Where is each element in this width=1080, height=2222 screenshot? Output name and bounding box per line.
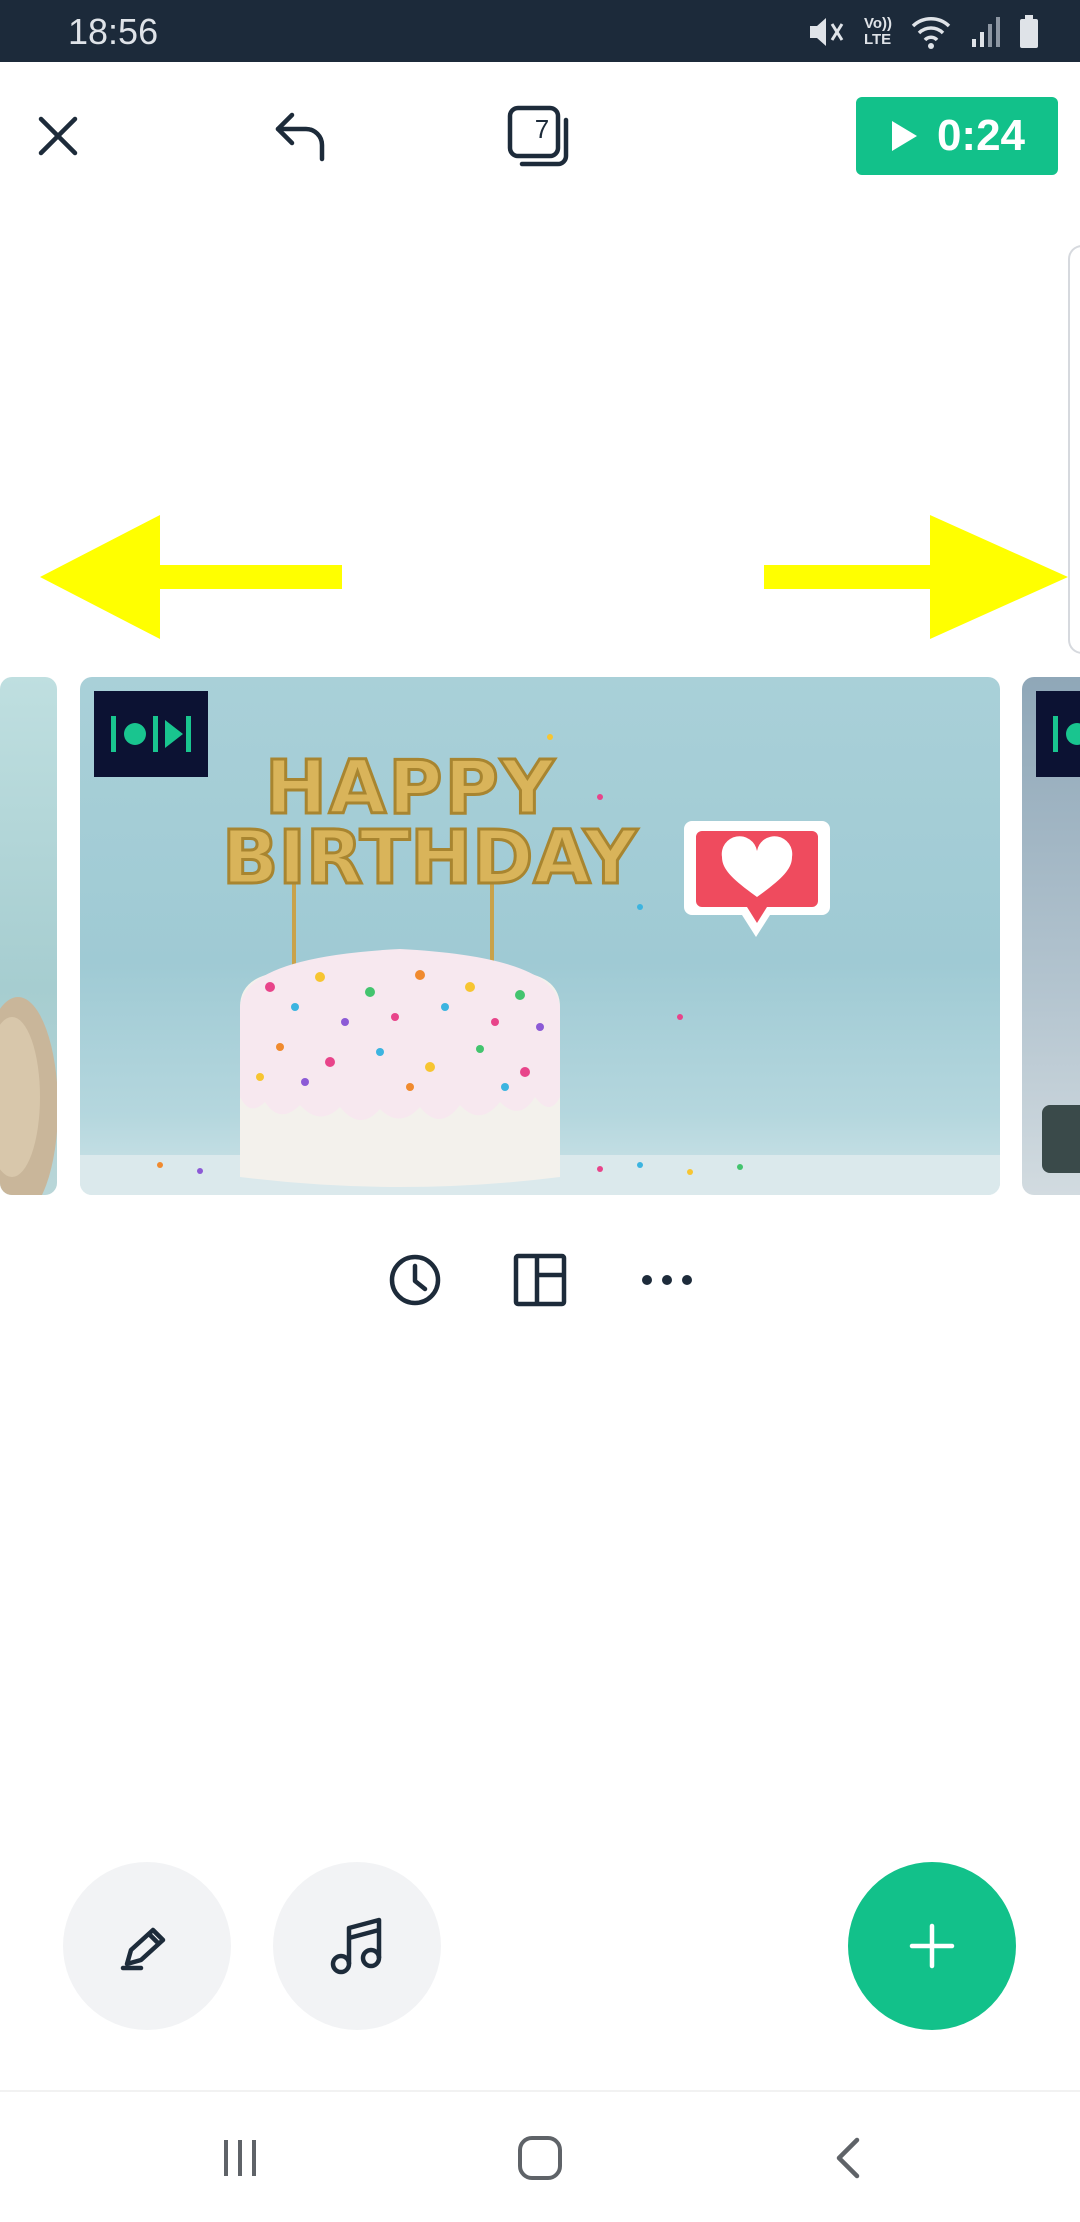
mute-icon (809, 18, 844, 46)
transition-icon (1053, 716, 1080, 752)
undo-button[interactable] (262, 100, 338, 172)
music-note-icon (330, 1917, 382, 1975)
back-icon (836, 2137, 860, 2179)
home-icon (518, 2136, 562, 2180)
style-button[interactable] (63, 1862, 231, 2030)
current-slide[interactable]: HAPPY BIRTHDAY (80, 677, 1000, 1195)
add-slide-button[interactable] (848, 1862, 1016, 2030)
status-time: 18:56 (68, 11, 159, 52)
play-duration: 0:24 (936, 111, 1026, 160)
music-button[interactable] (273, 1862, 441, 2030)
wifi-icon (911, 17, 951, 49)
previous-slide-image (0, 997, 57, 1195)
layout-button[interactable] (505, 1245, 575, 1315)
next-transition-badge[interactable] (1036, 691, 1080, 777)
pen-icon (120, 1927, 166, 1971)
slide-count: 7 (534, 114, 550, 144)
plus-icon (909, 1923, 955, 1969)
cake-topper-line2: BIRTHDAY (220, 814, 638, 903)
next-slide[interactable] (1022, 677, 1080, 1195)
battery-icon (1020, 15, 1038, 48)
more-icon (642, 1275, 692, 1285)
slides-count-button[interactable]: 7 (500, 100, 578, 174)
volte-icon: Vo)) LTE (863, 15, 892, 48)
signal-icon (972, 17, 1000, 47)
recent-apps-button[interactable] (210, 2128, 270, 2188)
system-navigation-bar (0, 2090, 1080, 2222)
next-slide-overlay (1042, 1105, 1080, 1173)
heart-sticker[interactable] (682, 815, 832, 945)
undo-icon (275, 112, 325, 162)
previous-slide[interactable] (0, 677, 57, 1195)
left-arrow (40, 515, 342, 639)
home-button[interactable] (510, 2128, 570, 2188)
layout-icon (513, 1253, 567, 1307)
transition-icon (111, 716, 191, 752)
status-bar: 18:56 Vo)) LTE (0, 0, 1080, 62)
status-icons: Vo)) LTE (806, 12, 1040, 52)
duration-button[interactable] (380, 1245, 450, 1315)
recent-apps-icon (224, 2140, 256, 2176)
close-icon (38, 116, 78, 156)
close-button[interactable] (24, 102, 92, 170)
more-options-button[interactable] (632, 1245, 702, 1315)
play-preview-button[interactable]: 0:24 (856, 97, 1058, 175)
transition-badge[interactable] (94, 691, 208, 777)
slide-actions (0, 1245, 1080, 1315)
back-button[interactable] (818, 2128, 878, 2188)
clock-icon (389, 1254, 441, 1306)
play-icon (891, 121, 917, 151)
right-arrow (764, 515, 1068, 639)
